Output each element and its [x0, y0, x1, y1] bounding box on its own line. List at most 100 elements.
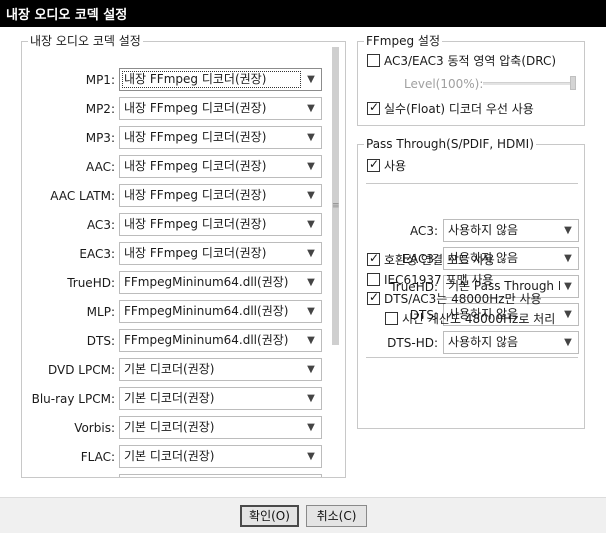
pass-through-option-row[interactable]: ✓ 호환성 연결 모드 사용	[367, 251, 495, 269]
window-title: 내장 오디오 코덱 설정	[6, 8, 128, 23]
dialog-footer: 확인(O) 취소(C)	[0, 497, 606, 533]
pass-through-option-row[interactable]: IEC61937 포맷 사용	[367, 273, 493, 289]
pass-through-option-row[interactable]: ✓ DTS/AC3는 48000Hz만 사용	[367, 290, 542, 308]
chevron-down-icon: ▼	[564, 225, 572, 236]
codec-decoder-select[interactable]: 내장 FFmpeg 디코더(권장) ▼	[119, 242, 322, 265]
codec-decoder-select[interactable]: 기본 디코더(권장) ▼	[119, 445, 322, 468]
chevron-down-icon: ▼	[564, 309, 572, 320]
codec-decoder-select[interactable]: 내장 FFmpeg 디코더(권장) ▼	[119, 68, 322, 91]
chevron-down-icon: ▼	[305, 475, 317, 477]
pass-through-separator-bottom	[366, 357, 578, 358]
codec-label: AAC:	[86, 160, 115, 174]
codec-label: Blu-ray LPCM:	[31, 392, 115, 406]
codec-label: MLP:	[86, 305, 115, 319]
level-label: Level(100%):	[404, 77, 484, 91]
codec-decoder-select[interactable]: FFmpegMininum64.dll(권장) ▼	[119, 329, 322, 352]
pass-through-option-checkbox[interactable]	[385, 312, 398, 325]
pass-through-legend: Pass Through(S/PDIF, HDMI)	[364, 137, 536, 151]
codec-row-mlp: MLP: FFmpegMininum64.dll(권장) ▼	[22, 300, 331, 324]
pass-through-option-checkbox[interactable]	[367, 273, 380, 286]
codec-row-mp2: MP2: 내장 FFmpeg 디코더(권장) ▼	[22, 97, 331, 121]
codec-decoder-select[interactable]: 내장 FFmpeg 디코더(권장) ▼	[119, 97, 322, 120]
builtin-audio-codec-group: 내장 오디오 코덱 설정 MP1: 내장 FFmpeg 디코더(권장) ▼ MP2: 내…	[21, 34, 346, 478]
codec-decoder-select[interactable]: FFmpegMininum64.dll(권장) ▼	[119, 271, 322, 294]
codec-decoder-select[interactable]: FFmpegMininum64.dll(권장) ▼	[119, 300, 322, 323]
codec-decoder-select-value: 내장 FFmpeg 디코더(권장)	[124, 159, 267, 173]
pass-through-option-label: IEC61937 포맷 사용	[384, 273, 494, 287]
pass-through-enable-checkbox[interactable]: ✓	[367, 157, 380, 172]
pass-through-enable-label: 사용	[384, 159, 407, 173]
codec-row-eac3: EAC3: 내장 FFmpeg 디코더(권장) ▼	[22, 242, 331, 266]
drc-checkbox-row[interactable]: AC3/EAC3 동적 영역 압축(DRC)	[367, 54, 556, 70]
chevron-down-icon: ▼	[307, 190, 315, 201]
codec-decoder-select[interactable]: 기본 디코더(권장) ▼	[119, 387, 322, 410]
pass-through-option-label: 시간 계산도 48000Hz로 처리	[402, 312, 556, 326]
pass-through-separator-top	[366, 183, 578, 184]
pass-through-row-dts-hd: DTS-HD: 사용하지 않음 ▼	[358, 331, 584, 355]
codec-decoder-select[interactable]: 기본 디코더(권장) ▼	[119, 358, 322, 381]
codec-decoder-select-value: 기본 디코더(권장)	[124, 449, 215, 463]
codec-decoder-select-value: 기본 디코더(권장)	[124, 362, 215, 376]
codec-list-scroll-thumb[interactable]	[332, 47, 339, 345]
codec-label: MP3:	[85, 131, 115, 145]
check-icon: ✓	[368, 100, 380, 114]
chevron-down-icon: ▼	[307, 393, 315, 404]
level-slider-thumb[interactable]	[570, 76, 576, 90]
pass-through-enable-row[interactable]: ✓ 사용	[367, 157, 407, 175]
codec-decoder-select[interactable]: 내장 FFmpeg 디코더(권장) ▼	[119, 126, 322, 149]
codec-label: Vorbis:	[74, 421, 115, 435]
pass-through-format-label: DTS-HD:	[387, 336, 438, 350]
pass-through-mode-select[interactable]: 사용하지 않음 ▼	[443, 331, 579, 354]
level-slider-track[interactable]	[483, 82, 576, 85]
pass-through-format-label: AC3:	[409, 224, 438, 238]
pass-through-mode-select-value: 사용하지 않음	[448, 223, 519, 237]
pass-through-option-checkbox[interactable]: ✓	[367, 290, 380, 305]
codec-decoder-select[interactable]: ▼	[119, 474, 322, 477]
float-decoder-checkbox[interactable]: ✓	[367, 100, 380, 115]
codec-decoder-select-value: 내장 FFmpeg 디코더(권장)	[124, 130, 267, 144]
ok-button[interactable]: 확인(O)	[240, 505, 299, 527]
chevron-down-icon: ▼	[307, 132, 315, 143]
codec-decoder-select[interactable]: 내장 FFmpeg 디코더(권장) ▼	[119, 213, 322, 236]
codec-decoder-select[interactable]: 기본 디코더(권장) ▼	[119, 416, 322, 439]
codec-decoder-select-value: 내장 FFmpeg 디코더(권장)	[124, 246, 267, 260]
codec-label: FLAC:	[80, 450, 115, 464]
codec-decoder-select-value: 내장 FFmpeg 디코더(권장)	[124, 188, 267, 202]
float-decoder-label: 실수(Float) 디코더 우선 사용	[384, 102, 534, 116]
codec-label: MP1:	[85, 73, 115, 87]
chevron-down-icon: ▼	[307, 364, 315, 375]
chevron-down-icon: ▼	[307, 103, 315, 114]
check-icon: ✓	[368, 157, 380, 171]
pass-through-option-label: DTS/AC3는 48000Hz만 사용	[384, 292, 542, 306]
chevron-down-icon: ▼	[307, 422, 315, 433]
chevron-down-icon: ▼	[307, 74, 315, 85]
codec-decoder-select-value: FFmpegMininum64.dll(권장)	[124, 333, 289, 347]
codec-label: AC3:	[86, 218, 115, 232]
codec-row-vorbis: Vorbis: 기본 디코더(권장) ▼	[22, 416, 331, 440]
codec-row-ac3: AC3: 내장 FFmpeg 디코더(권장) ▼	[22, 213, 331, 237]
codec-decoder-select[interactable]: 내장 FFmpeg 디코더(권장) ▼	[119, 184, 322, 207]
pass-through-mode-select[interactable]: 사용하지 않음 ▼	[443, 219, 579, 242]
codec-label: DVD LPCM:	[48, 363, 115, 377]
codec-decoder-select[interactable]: 내장 FFmpeg 디코더(권장) ▼	[119, 155, 322, 178]
chevron-down-icon: ▼	[307, 248, 315, 259]
drc-checkbox[interactable]	[367, 54, 380, 67]
codec-row-aac-latm: AAC LATM: 내장 FFmpeg 디코더(권장) ▼	[22, 184, 331, 208]
pass-through-option-row[interactable]: 시간 계산도 48000Hz로 처리	[385, 312, 555, 328]
check-icon: ✓	[368, 290, 380, 304]
pass-through-option-label: 호환성 연결 모드 사용	[384, 253, 495, 267]
pass-through-row-ac3: AC3: 사용하지 않음 ▼	[358, 219, 584, 243]
codec-row-mp1: MP1: 내장 FFmpeg 디코더(권장) ▼	[22, 68, 331, 92]
codec-row-mp3: MP3: 내장 FFmpeg 디코더(권장) ▼	[22, 126, 331, 150]
chevron-down-icon: ▼	[564, 253, 572, 264]
cancel-button[interactable]: 취소(C)	[306, 505, 367, 527]
codec-list-scrollbar[interactable]: ≡	[329, 47, 343, 468]
codec-decoder-select-value: 내장 FFmpeg 디코더(권장)	[124, 72, 267, 86]
codec-decoder-select-value: FFmpegMininum64.dll(권장)	[124, 275, 289, 289]
codec-label: MP2:	[85, 102, 115, 116]
float-decoder-checkbox-row[interactable]: ✓ 실수(Float) 디코더 우선 사용	[367, 100, 534, 118]
pass-through-option-checkbox[interactable]: ✓	[367, 251, 380, 266]
codec-row-partial: ▼	[22, 474, 331, 477]
codec-row-flac: FLAC: 기본 디코더(권장) ▼	[22, 445, 331, 469]
chevron-down-icon: ▼	[564, 337, 572, 348]
